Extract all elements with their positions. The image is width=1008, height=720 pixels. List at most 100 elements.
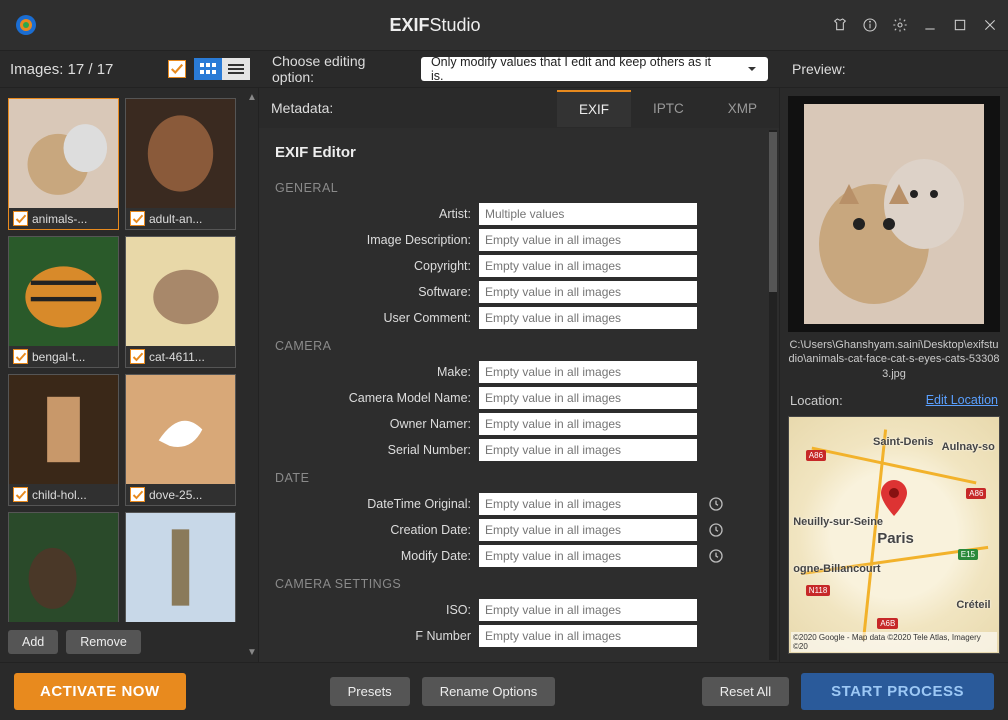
list-view-icon[interactable] xyxy=(222,58,250,80)
close-icon[interactable] xyxy=(982,17,998,33)
minimize-icon[interactable] xyxy=(922,17,938,33)
bottombar: ACTIVATE NOW Presets Rename Options Rese… xyxy=(0,662,1008,720)
reset-all-button[interactable]: Reset All xyxy=(702,677,789,706)
app-logo-icon xyxy=(14,13,38,37)
map[interactable]: Saint-Denis Aulnay-so Neuilly-sur-Seine … xyxy=(788,416,1000,654)
tab-xmp[interactable]: XMP xyxy=(706,91,779,126)
thumbnail-scrollbar[interactable]: ▲▼ xyxy=(246,88,258,662)
map-badge: A6B xyxy=(877,618,898,629)
field-label-f_number: F Number xyxy=(271,629,471,643)
field-input-make[interactable] xyxy=(479,361,697,383)
activate-button[interactable]: ACTIVATE NOW xyxy=(14,673,186,710)
preview-image xyxy=(788,96,1000,332)
field-label-serial_number: Serial Number: xyxy=(271,443,471,457)
thumbnail-sidebar: animals-...adult-an...bengal-t... cat-461… xyxy=(0,88,246,662)
field-input-owner_name[interactable] xyxy=(479,413,697,435)
field-input-f_number[interactable] xyxy=(479,625,697,647)
map-attribution: ©2020 Google - Map data ©2020 Tele Atlas… xyxy=(791,632,997,652)
section-date: DATE xyxy=(271,465,759,493)
thumbnail-checkbox[interactable] xyxy=(130,487,145,502)
thumbnail-item[interactable]: animals-... xyxy=(8,98,119,230)
thumbnail-checkbox[interactable] xyxy=(130,211,145,226)
map-badge: A86 xyxy=(806,450,826,461)
clock-icon[interactable] xyxy=(705,545,727,567)
remove-button[interactable]: Remove xyxy=(66,630,141,654)
tshirt-icon[interactable] xyxy=(832,17,848,33)
thumbnail-checkbox[interactable] xyxy=(13,487,28,502)
map-badge: A86 xyxy=(966,488,986,499)
preview-label: Preview: xyxy=(780,61,1008,77)
tab-exif[interactable]: EXIF xyxy=(557,90,631,127)
view-toggle[interactable] xyxy=(194,58,250,80)
clock-icon[interactable] xyxy=(705,493,727,515)
thumbnail-item[interactable]: cat-4611... xyxy=(125,236,236,368)
field-label-datetime_original: DateTime Original: xyxy=(271,497,471,511)
map-badge: N118 xyxy=(806,585,831,596)
map-label: ogne-Billancourt xyxy=(793,563,880,575)
field-label-owner_name: Owner Namer: xyxy=(271,417,471,431)
titlebar: EXIFStudio xyxy=(0,0,1008,50)
map-label: Aulnay-so xyxy=(942,441,995,453)
thumbnail-image xyxy=(9,513,118,622)
thumbnail-item[interactable]: dove-25... xyxy=(125,374,236,506)
preview-panel: C:\Users\Ghanshyam.saini\Desktop\exifstu… xyxy=(780,88,1008,662)
field-input-camera_model[interactable] xyxy=(479,387,697,409)
grid-view-icon[interactable] xyxy=(194,58,222,80)
thumbnail-image xyxy=(9,99,118,208)
editor-scrollbar[interactable] xyxy=(769,130,777,660)
thumbnail-checkbox[interactable] xyxy=(13,349,28,364)
editor-panel: Metadata: EXIF IPTC XMP EXIF Editor GENE… xyxy=(258,88,780,662)
thumbnail-item[interactable]: forest-4... xyxy=(8,512,119,622)
thumbnail-label: cat-4611... xyxy=(149,350,205,364)
field-input-creation_date[interactable] xyxy=(479,519,697,541)
field-label-iso: ISO: xyxy=(271,603,471,617)
location-label: Location: xyxy=(790,393,843,408)
field-input-copyright[interactable] xyxy=(479,255,697,277)
info-icon[interactable] xyxy=(862,17,878,33)
thumbnail-label: dove-25... xyxy=(149,488,202,502)
field-input-modify_date[interactable] xyxy=(479,545,697,567)
settings-icon[interactable] xyxy=(892,17,908,33)
chevron-down-icon xyxy=(746,63,758,75)
field-label-creation_date: Creation Date: xyxy=(271,523,471,537)
select-all-checkbox[interactable] xyxy=(168,60,186,78)
clock-icon[interactable] xyxy=(705,519,727,541)
exif-editor: EXIF Editor GENERAL Artist:Image Descrip… xyxy=(259,128,779,662)
thumbnail-item[interactable]: adult-an... xyxy=(125,98,236,230)
field-input-datetime_original[interactable] xyxy=(479,493,697,515)
field-label-copyright: Copyright: xyxy=(271,259,471,273)
add-button[interactable]: Add xyxy=(8,630,58,654)
edit-location-link[interactable]: Edit Location xyxy=(926,393,998,407)
thumbnail-checkbox[interactable] xyxy=(13,211,28,226)
maximize-icon[interactable] xyxy=(952,17,968,33)
app-title: EXIFStudio xyxy=(38,15,832,36)
field-input-serial_number[interactable] xyxy=(479,439,697,461)
field-input-artist[interactable] xyxy=(479,203,697,225)
map-marker-icon xyxy=(881,480,907,516)
field-input-software[interactable] xyxy=(479,281,697,303)
field-input-user_comment[interactable] xyxy=(479,307,697,329)
field-label-camera_model: Camera Model Name: xyxy=(271,391,471,405)
start-process-button[interactable]: START PROCESS xyxy=(801,673,994,710)
field-input-iso[interactable] xyxy=(479,599,697,621)
presets-button[interactable]: Presets xyxy=(330,677,410,706)
map-label: Saint-Denis xyxy=(873,436,934,448)
thumbnail-item[interactable]: historica... xyxy=(125,512,236,622)
field-label-make: Make: xyxy=(271,365,471,379)
thumbnail-image xyxy=(126,513,235,622)
thumbnail-item[interactable]: child-hol... xyxy=(8,374,119,506)
editing-option-value: Only modify values that I edit and keep … xyxy=(431,55,726,83)
editing-option-dropdown[interactable]: Only modify values that I edit and keep … xyxy=(421,57,768,81)
thumbnail-image xyxy=(9,375,118,484)
section-general: GENERAL xyxy=(271,175,759,203)
tab-iptc[interactable]: IPTC xyxy=(631,91,706,126)
rename-options-button[interactable]: Rename Options xyxy=(422,677,556,706)
thumbnail-item[interactable]: bengal-t... xyxy=(8,236,119,368)
section-camera: CAMERA xyxy=(271,333,759,361)
map-label: Créteil xyxy=(956,599,990,611)
topbar: Images: 17 / 17 Choose editing option: O… xyxy=(0,50,1008,88)
field-input-image_description[interactable] xyxy=(479,229,697,251)
thumbnail-checkbox[interactable] xyxy=(130,349,145,364)
thumbnail-image xyxy=(126,99,235,208)
field-label-artist: Artist: xyxy=(271,207,471,221)
